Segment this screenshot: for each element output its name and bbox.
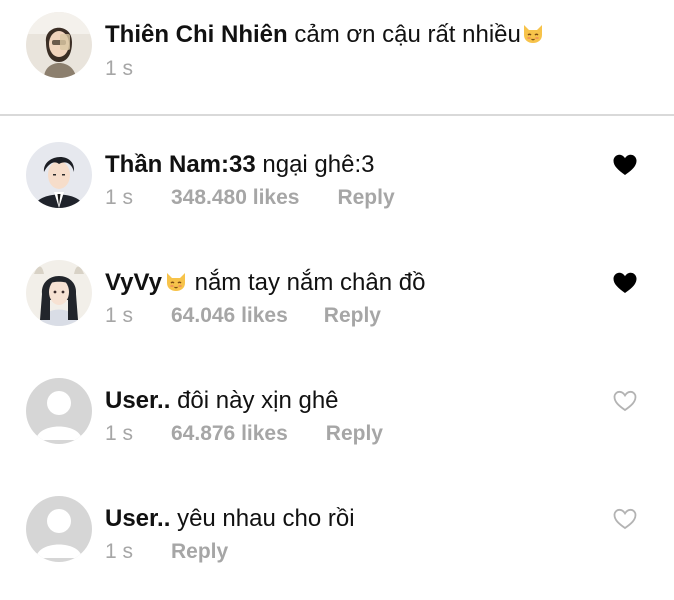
comment-username[interactable]: User.. bbox=[105, 505, 170, 532]
comment-text-line: Thần Nam:33 ngại ghê:3 bbox=[105, 150, 374, 180]
avatar[interactable] bbox=[26, 378, 92, 444]
comment-username[interactable]: VyVy bbox=[105, 269, 162, 296]
comment-likes-count[interactable]: 64.046 likes bbox=[171, 303, 288, 329]
reply-button[interactable]: Reply bbox=[326, 421, 383, 447]
comment-body: yêu nhau cho rồi bbox=[177, 505, 355, 532]
reply-button[interactable]: Reply bbox=[337, 185, 394, 211]
reply-button[interactable]: Reply bbox=[171, 539, 228, 565]
comment-body: ngại ghê:3 bbox=[262, 151, 375, 178]
comment-likes-count[interactable]: 348.480 likes bbox=[171, 185, 299, 211]
comment-text-line: User.. đôi này xịn ghê bbox=[105, 386, 339, 416]
comment-thread: Thiên Chi Nhiên cảm ơn cậu rất nhiều 1 s bbox=[0, 0, 674, 600]
comment-item: User.. yêu nhau cho rồi 1 s Reply bbox=[0, 492, 674, 582]
comment-item: VyVy nắm tay nắm chân đồ 1 s 64.046 likes… bbox=[0, 256, 674, 346]
comment-body: đôi này xịn ghê bbox=[177, 387, 339, 414]
comment-body: cảm ơn cậu rất nhiều bbox=[294, 21, 521, 48]
heart-outline-icon[interactable] bbox=[612, 507, 638, 531]
comment-meta: 1 s 64.046 likes Reply bbox=[105, 303, 381, 329]
comment-body: nắm tay nắm chân đồ bbox=[194, 269, 426, 296]
comment-meta: 1 s 348.480 likes Reply bbox=[105, 185, 395, 211]
comment-likes-count[interactable]: 64.876 likes bbox=[171, 421, 288, 447]
comment-time: 1 s bbox=[105, 57, 134, 80]
comment-item: User.. đôi này xịn ghê 1 s 64.876 likes Re… bbox=[0, 374, 674, 464]
comment-meta: 1 s Reply bbox=[105, 539, 228, 565]
comment-item: Thần Nam:33 ngại ghê:3 1 s 348.480 likes R… bbox=[0, 138, 674, 228]
comment-time: 1 s bbox=[105, 186, 134, 209]
divider bbox=[0, 114, 674, 116]
comment-meta: 1 s bbox=[105, 56, 139, 82]
cat-emoji-icon bbox=[164, 269, 188, 293]
heart-outline-icon[interactable] bbox=[612, 389, 638, 413]
comment-meta: 1 s 64.876 likes Reply bbox=[105, 421, 383, 447]
comment-username[interactable]: Thần Nam:33 bbox=[105, 151, 256, 178]
comment-time: 1 s bbox=[105, 540, 134, 563]
avatar[interactable] bbox=[26, 260, 92, 326]
avatar[interactable] bbox=[26, 142, 92, 208]
heart-filled-icon[interactable] bbox=[612, 153, 638, 177]
comment-text-line: User.. yêu nhau cho rồi bbox=[105, 504, 355, 534]
comment-time: 1 s bbox=[105, 422, 134, 445]
comment-text-line: Thiên Chi Nhiên cảm ơn cậu rất nhiều bbox=[105, 20, 545, 50]
avatar[interactable] bbox=[26, 496, 92, 562]
avatar[interactable] bbox=[26, 12, 92, 78]
heart-filled-icon[interactable] bbox=[612, 271, 638, 295]
comment-item: Thiên Chi Nhiên cảm ơn cậu rất nhiều 1 s bbox=[0, 0, 674, 90]
comment-time: 1 s bbox=[105, 304, 134, 327]
cat-emoji-icon bbox=[521, 21, 545, 45]
comment-text-line: VyVy nắm tay nắm chân đồ bbox=[105, 268, 425, 298]
comment-username[interactable]: User.. bbox=[105, 387, 170, 414]
comment-username[interactable]: Thiên Chi Nhiên bbox=[105, 21, 288, 48]
reply-button[interactable]: Reply bbox=[324, 303, 381, 329]
